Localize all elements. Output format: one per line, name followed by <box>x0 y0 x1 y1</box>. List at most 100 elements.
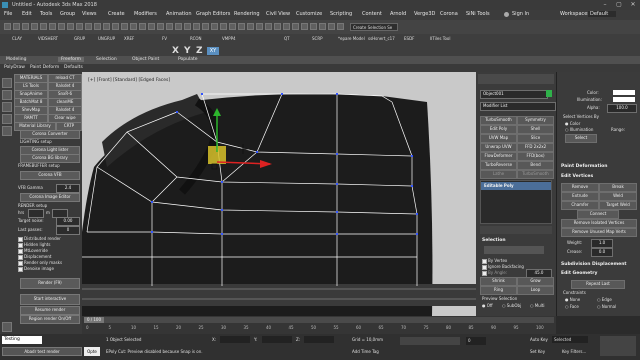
toolbar-tool-icon[interactable] <box>31 23 38 30</box>
corona-converter-button[interactable]: Corona Converter <box>20 130 80 139</box>
qt-button[interactable]: QT <box>284 36 290 41</box>
add-time-tag-button[interactable]: Add Time Tag <box>352 349 379 354</box>
opte-button[interactable]: Opte <box>84 347 100 356</box>
menu-verge3d[interactable]: Verge3D <box>414 11 435 17</box>
alpha-input[interactable]: 100.0 <box>607 104 637 113</box>
auto-key-button[interactable]: Auto Key <box>530 337 548 342</box>
toolbar-tool-icon[interactable] <box>337 23 344 30</box>
denoise-image-checkbox[interactable]: Denoise image <box>18 266 54 272</box>
maximize-icon[interactable]: ▢ <box>612 0 626 10</box>
minimize-icon[interactable]: – <box>598 0 612 10</box>
render-icon[interactable] <box>2 322 12 332</box>
xy-axis-icon[interactable]: XY <box>207 47 219 55</box>
toolbar-tool-icon[interactable] <box>256 23 263 30</box>
start-interactive-button[interactable]: Start interactive <box>20 294 80 305</box>
clay-button[interactable]: CLAY <box>12 36 22 41</box>
tab-modeling[interactable]: Modeling <box>6 57 26 62</box>
tab-object-paint[interactable]: Object Paint <box>132 57 159 62</box>
corona-bg-library-button[interactable]: Corona BG library <box>20 154 80 163</box>
constraint-face-radio[interactable]: ○ Face <box>565 304 579 309</box>
toolbar-tool-icon[interactable] <box>184 23 191 30</box>
remove-unused-map-verts-button[interactable]: Remove Unused Map Verts <box>561 228 637 237</box>
slice-button[interactable]: Slice <box>517 134 554 143</box>
vfb-gamma-input[interactable]: 2.4 <box>56 184 80 193</box>
toolbar-tool-icon[interactable] <box>202 23 209 30</box>
z-axis-icon[interactable]: Z <box>196 46 203 56</box>
subtab-polydraw[interactable]: PolyDraw <box>4 65 25 70</box>
timeline[interactable]: 0 / 100 0 5 10 15 20 25 30 35 40 45 50 55 60 65 70 75 80… <box>82 316 556 334</box>
rcon-button[interactable]: RCON <box>190 36 202 41</box>
constraint-none-radio[interactable]: ● None <box>565 297 580 302</box>
weight-input[interactable]: 1.0 <box>591 239 613 248</box>
subtab-defaults[interactable]: Defaults <box>64 65 83 70</box>
modify-icon[interactable] <box>2 90 12 100</box>
corona-image-editor-button[interactable]: Corona Image Editor <box>20 193 80 202</box>
toolbar-tool-icon[interactable] <box>85 23 92 30</box>
z-coord-input[interactable] <box>304 336 334 343</box>
menu-edit[interactable]: Edit <box>22 11 32 17</box>
tiles-tool-button[interactable]: IITiles Tool <box>430 36 451 41</box>
toolbar-tool-icon[interactable] <box>292 23 299 30</box>
toolbar-tool-icon[interactable] <box>166 23 173 30</box>
toolbar-tool-icon[interactable] <box>112 23 119 30</box>
time-slider-thumb[interactable]: 0 / 100 <box>84 317 104 323</box>
toolbar-tool-icon[interactable] <box>103 23 110 30</box>
grup-button[interactable]: GRUP <box>74 36 85 41</box>
toolbar-tool-icon[interactable] <box>283 23 290 30</box>
constraint-normal-radio[interactable]: ○ Normal <box>597 304 616 309</box>
select-button[interactable]: Select <box>565 134 597 143</box>
esdf-button[interactable]: ESDF <box>404 36 414 41</box>
turbosmooth-button[interactable]: TurboSmooth <box>480 116 517 125</box>
motion-icon[interactable] <box>2 114 12 124</box>
toolbar-tool-icon[interactable] <box>148 23 155 30</box>
toolbar-tool-icon[interactable] <box>40 23 47 30</box>
ssinsert-button[interactable]: ssHsnert_c17 <box>368 36 395 41</box>
close-icon[interactable]: ✕ <box>626 0 640 10</box>
last-passes-input[interactable]: 0 <box>56 226 80 235</box>
menu-civil-view[interactable]: Civil View <box>266 11 290 17</box>
distributed-render-checkbox[interactable]: Distributed render <box>18 236 61 242</box>
shrink-button[interactable]: Shrink <box>480 277 517 286</box>
render-only-masks-checkbox[interactable]: Render only masks <box>18 260 62 266</box>
toolbar-tool-icon[interactable] <box>157 23 164 30</box>
displacement-checkbox[interactable]: Displacement <box>18 254 52 260</box>
toolbar-tool-icon[interactable] <box>13 23 20 30</box>
menu-file[interactable]: File <box>4 11 12 17</box>
toolbar-tool-icon[interactable] <box>220 23 227 30</box>
ignore-backfacing-checkbox[interactable]: Ignore Backfacing <box>482 264 524 270</box>
menu-create[interactable]: Create <box>108 11 125 17</box>
constraint-edge-radio[interactable]: ○ Edge <box>597 297 612 302</box>
toolbar-tool-icon[interactable] <box>139 23 146 30</box>
edit-geometry-rollout[interactable]: Edit Geometry <box>561 271 597 276</box>
toolbar-tool-icon[interactable] <box>247 23 254 30</box>
viewport-front[interactable]: [+] [Front] [Standard] [Edged Faces] <box>82 72 476 316</box>
toolbar-tool-icon[interactable] <box>49 23 56 30</box>
flowdeformer-button[interactable]: FlowDeformer <box>480 152 517 161</box>
menu-customize[interactable]: Customize <box>296 11 322 17</box>
toolbar-tool-icon[interactable] <box>265 23 272 30</box>
weld-button[interactable]: Weld <box>599 192 637 201</box>
target-noise-input[interactable]: 0.00 <box>56 217 80 226</box>
menu-animation[interactable]: Animation <box>166 11 192 17</box>
workspaces-dropdown[interactable]: Default <box>588 11 617 17</box>
viewport-nav-controls[interactable] <box>600 336 636 356</box>
key-filters-button[interactable]: Key Filters... <box>562 349 586 354</box>
crease-input[interactable]: 0.0 <box>591 248 613 257</box>
fv-button[interactable]: FV <box>162 36 167 41</box>
ffd-box-button[interactable]: FFD(box) <box>517 152 554 161</box>
hierarchy-icon[interactable] <box>2 102 12 112</box>
x-axis-icon[interactable]: X <box>172 46 179 56</box>
connect-button[interactable]: Connect <box>577 210 619 219</box>
viewport-canvas[interactable] <box>82 72 476 316</box>
selection-set-dropdown[interactable]: Create Selection Se <box>350 23 398 31</box>
object-color-swatch[interactable] <box>546 90 552 97</box>
turboreverse-button[interactable]: TurboReverse <box>480 161 517 170</box>
script-listener-box[interactable]: Testing <box>2 336 42 344</box>
ungrup-button[interactable]: UNGRUP <box>98 36 115 41</box>
vidshert-button[interactable]: VIDSHERT <box>38 36 58 41</box>
set-key-button[interactable]: Set Key <box>530 349 545 354</box>
uvw-map-button[interactable]: UVW Map <box>480 134 517 143</box>
create-icon[interactable] <box>2 78 12 88</box>
ring-button[interactable]: Ring <box>480 286 517 295</box>
chamfer-button[interactable]: Chamfer <box>561 201 599 210</box>
